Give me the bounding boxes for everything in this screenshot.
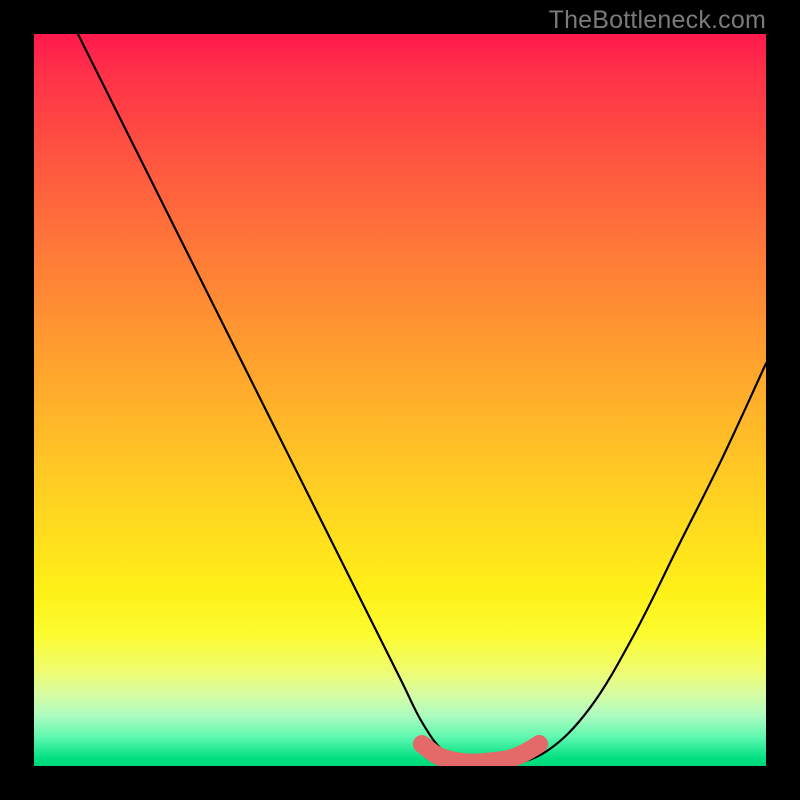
chart-frame: TheBottleneck.com <box>0 0 800 800</box>
chart-svg <box>34 34 766 766</box>
main-curve <box>78 34 766 766</box>
plot-area <box>34 34 766 766</box>
attribution-label: TheBottleneck.com <box>549 6 766 35</box>
highlight-marker <box>422 744 539 763</box>
